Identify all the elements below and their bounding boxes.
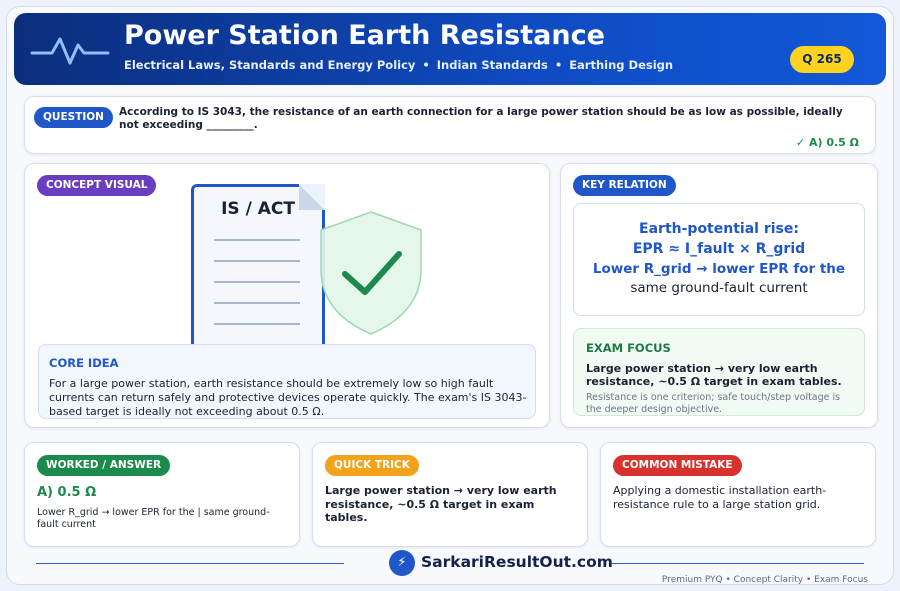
worked-answer-text: Lower R_grid → lower EPR for the | same … (37, 507, 270, 530)
quick-trick-text: Large power station → very low earth res… (325, 484, 557, 524)
worked-answer-card: WORKED / ANSWER A) 0.5 Ω Lower R_grid → … (24, 442, 300, 547)
shield-check-icon (320, 211, 422, 335)
formula-box: Earth-potential rise: EPR ≈ I_fault × R_… (573, 203, 865, 316)
document-title: IS / ACT (221, 199, 295, 219)
document-icon: IS / ACT (191, 184, 325, 360)
document-line (214, 323, 300, 325)
footer-divider-right (612, 563, 864, 564)
question-answer: ✓ A) 0.5 Ω (795, 136, 859, 149)
document-line (214, 239, 300, 241)
subtitle-separator: • (422, 58, 430, 72)
worked-answer-label: WORKED / ANSWER (37, 455, 171, 476)
common-mistake-card: COMMON MISTAKE Applying a domestic insta… (600, 442, 876, 547)
footer-divider-left (36, 563, 344, 564)
subtitle-standard: Indian Standards (436, 58, 548, 72)
common-mistake-label: COMMON MISTAKE (613, 455, 742, 476)
question-card: QUESTION According to IS 3043, the resis… (24, 96, 876, 154)
worked-answer-value: A) 0.5 Ω (37, 485, 97, 500)
exam-focus-heading: EXAM FOCUS (586, 341, 671, 355)
question-number-badge: Q 265 (790, 46, 854, 73)
document-line (214, 260, 300, 262)
core-idea-heading: CORE IDEA (49, 356, 119, 370)
core-idea-text: For a large power station, earth resista… (49, 377, 527, 418)
footer-tagline: Premium PYQ • Concept Clarity • Exam Foc… (661, 575, 868, 585)
subtitle-subject: Earthing Design (569, 58, 674, 72)
quick-trick-label: QUICK TRICK (325, 455, 419, 476)
header-subtitle: Electrical Laws, Standards and Energy Po… (124, 58, 673, 72)
exam-focus-note: Resistance is one criterion; safe touch/… (586, 392, 841, 415)
core-idea-box: CORE IDEA For a large power station, ear… (38, 344, 536, 419)
formula-line-3-bold: Lower R_grid → lower EPR for the (592, 261, 846, 277)
page-title: Power Station Earth Resistance (124, 20, 605, 51)
subtitle-separator: • (554, 58, 563, 72)
formula-line-2: EPR ≈ I_fault × R_grid (632, 241, 806, 257)
exam-focus-box: EXAM FOCUS Large power station → very lo… (573, 328, 865, 416)
document-line (214, 281, 300, 283)
formula-line-3-rest: same ground-fault current (630, 280, 808, 296)
question-text: According to IS 3043, the resistance of … (119, 106, 843, 131)
common-mistake-text: Applying a domestic installation earth-r… (613, 484, 827, 511)
pulse-icon (30, 37, 110, 65)
subtitle-topic: Electrical Laws, Standards and Energy Po… (124, 58, 416, 72)
bolt-icon: ⚡ (389, 550, 415, 576)
key-relation-card: KEY RELATION Earth-potential rise: EPR ≈… (560, 163, 878, 428)
concept-visual-card: IS / ACT CONCEPT VISUAL CORE IDEA For a … (24, 163, 550, 428)
formula-line-3: Lower R_grid → lower EPR for the same gr… (574, 260, 864, 298)
header-banner: Power Station Earth Resistance Electrica… (14, 13, 886, 85)
exam-focus-text: Large power station → very low earth res… (586, 362, 842, 388)
concept-visual-label: CONCEPT VISUAL (37, 175, 157, 196)
document-line (214, 302, 300, 304)
question-label: QUESTION (34, 107, 113, 128)
quick-trick-card: QUICK TRICK Large power station → very l… (312, 442, 588, 547)
footer-brand[interactable]: SarkariResultOut.com (421, 553, 613, 571)
key-relation-label: KEY RELATION (573, 175, 676, 196)
formula-line-1: Earth-potential rise: (639, 221, 799, 237)
